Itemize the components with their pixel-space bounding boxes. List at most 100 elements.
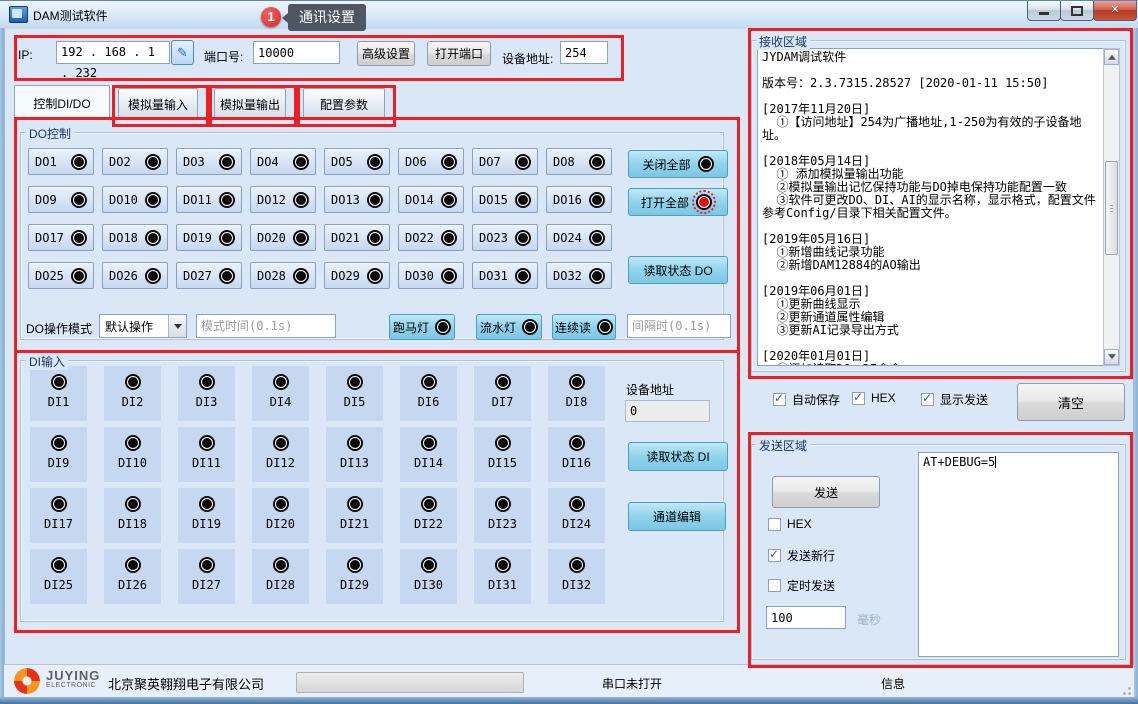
- send-text-area[interactable]: AT+DEBUG=5: [918, 452, 1119, 657]
- di-device-address-input[interactable]: [625, 400, 710, 422]
- advanced-settings-button[interactable]: 高级设置: [357, 41, 415, 66]
- do-channel-button[interactable]: DO31: [472, 262, 538, 289]
- port-input[interactable]: [253, 41, 340, 64]
- resize-grip[interactable]: [1119, 683, 1132, 696]
- info-label: 信息: [881, 675, 905, 692]
- do-channel-button[interactable]: DO30: [398, 262, 464, 289]
- close-button[interactable]: ✕: [1093, 1, 1137, 21]
- clear-button[interactable]: 清空: [1017, 383, 1125, 421]
- do-channel-button[interactable]: DO29: [324, 262, 390, 289]
- led-indicator: [51, 496, 67, 512]
- send-newline-label: 发送新行: [787, 547, 835, 564]
- di-channel-tile: DI24: [548, 488, 605, 543]
- tab-analog-output[interactable]: 模拟量输出: [214, 88, 286, 119]
- di-channel-tile: DI12: [252, 427, 309, 482]
- open-all-button[interactable]: 打开全部: [628, 188, 728, 216]
- autosave-checkbox[interactable]: 自动保存: [773, 391, 840, 408]
- scroll-up-icon[interactable]: [1104, 49, 1119, 65]
- led-indicator: [569, 374, 585, 390]
- read-di-status-button[interactable]: 读取状态 DI: [628, 442, 728, 471]
- status-bar: JUYING ELECTRONIC 北京聚英翱翔电子有限公司 串口未打开 信息: [4, 664, 1134, 698]
- do-channel-button[interactable]: DO4: [250, 148, 316, 175]
- led-indicator: [441, 154, 457, 170]
- di-channel-tile: DI16: [548, 427, 605, 482]
- show-send-checkbox[interactable]: 显示发送: [921, 391, 988, 408]
- do-channel-button[interactable]: DO23: [472, 224, 538, 251]
- mode-time-input[interactable]: [196, 314, 336, 338]
- do-channel-button[interactable]: DO8: [546, 148, 612, 175]
- do-channel-button[interactable]: DO27: [176, 262, 242, 289]
- led-indicator: [125, 374, 141, 390]
- receive-scrollbar[interactable]: [1103, 48, 1120, 366]
- led-indicator: [71, 192, 87, 208]
- do-channel-button[interactable]: DO21: [324, 224, 390, 251]
- do-channel-button[interactable]: DO25: [28, 262, 94, 289]
- do-channel-button[interactable]: DO13: [324, 186, 390, 213]
- scrollbar-thumb[interactable]: [1105, 161, 1118, 255]
- led-indicator: [589, 230, 605, 246]
- led-indicator: [495, 557, 511, 573]
- led-indicator: [51, 435, 67, 451]
- milliseconds-label: 毫秒: [857, 611, 881, 628]
- do-channel-button[interactable]: DO6: [398, 148, 464, 175]
- scroll-down-icon[interactable]: [1104, 349, 1119, 365]
- di-channel-tile: DI27: [178, 549, 235, 604]
- do-channel-button[interactable]: DO2: [102, 148, 168, 175]
- send-newline-checkbox[interactable]: 发送新行: [768, 547, 835, 564]
- di-channel-tile: DI25: [30, 549, 87, 604]
- timed-send-checkbox[interactable]: 定时发送: [768, 577, 835, 594]
- ip-label: IP:: [18, 48, 33, 62]
- do-channel-button[interactable]: DO19: [176, 224, 242, 251]
- do-channel-button[interactable]: DO3: [176, 148, 242, 175]
- continuous-read-button[interactable]: 连续读: [552, 314, 616, 340]
- device-address-input[interactable]: [560, 41, 608, 64]
- send-interval-input[interactable]: [766, 606, 846, 629]
- maximize-icon: [1071, 6, 1083, 16]
- tab-control-di-do[interactable]: 控制DI/DO: [14, 85, 110, 120]
- maximize-button[interactable]: [1060, 1, 1094, 21]
- do-channel-button[interactable]: DO24: [546, 224, 612, 251]
- receive-log-area[interactable]: JYDAM调试软件 版本号：2.3.7315.28527 [2020-01-11…: [757, 48, 1104, 366]
- marquee-button[interactable]: 跑马灯: [389, 314, 455, 340]
- do-channel-button[interactable]: DO7: [472, 148, 538, 175]
- interval-time-input[interactable]: [627, 314, 731, 338]
- read-do-status-button[interactable]: 读取状态 DO: [628, 256, 728, 284]
- window-frame: [0, 697, 1138, 704]
- do-channel-button[interactable]: DO15: [472, 186, 538, 213]
- ip-edit-button[interactable]: ✎: [171, 40, 194, 65]
- tx-hex-checkbox[interactable]: HEX: [768, 517, 812, 531]
- do-channel-button[interactable]: DO32: [546, 262, 612, 289]
- led-indicator: [569, 557, 585, 573]
- do-channel-button[interactable]: DO26: [102, 262, 168, 289]
- do-channel-button[interactable]: DO16: [546, 186, 612, 213]
- led-indicator: [569, 435, 585, 451]
- receive-group-title: 接收区域: [756, 33, 810, 50]
- do-channel-button[interactable]: DO18: [102, 224, 168, 251]
- close-all-button[interactable]: 关闭全部: [628, 150, 728, 178]
- channel-edit-button[interactable]: 通道编辑: [628, 502, 726, 531]
- do-channel-button[interactable]: DO5: [324, 148, 390, 175]
- do-channel-button[interactable]: DO17: [28, 224, 94, 251]
- send-button[interactable]: 发送: [772, 476, 880, 508]
- do-mode-select[interactable]: 默认操作: [99, 314, 187, 338]
- tab-config-params[interactable]: 配置参数: [303, 88, 385, 119]
- do-channel-button[interactable]: DO11: [176, 186, 242, 213]
- led-indicator: [347, 435, 363, 451]
- do-channel-button[interactable]: DO9: [28, 186, 94, 213]
- tab-analog-input[interactable]: 模拟量输入: [118, 88, 198, 119]
- annotation-badge: 1: [261, 7, 281, 27]
- rx-hex-checkbox[interactable]: HEX: [852, 391, 896, 405]
- led-indicator: [293, 230, 309, 246]
- do-channel-button[interactable]: DO1: [28, 148, 94, 175]
- flow-light-button[interactable]: 流水灯: [476, 314, 542, 340]
- ip-input[interactable]: 192 . 168 . 1 . 232: [56, 41, 170, 64]
- do-channel-button[interactable]: DO28: [250, 262, 316, 289]
- do-channel-button[interactable]: DO22: [398, 224, 464, 251]
- do-channel-button[interactable]: DO12: [250, 186, 316, 213]
- led-indicator: [347, 374, 363, 390]
- do-channel-button[interactable]: DO10: [102, 186, 168, 213]
- open-port-button[interactable]: 打开端口: [427, 41, 491, 66]
- do-channel-button[interactable]: DO20: [250, 224, 316, 251]
- do-channel-button[interactable]: DO14: [398, 186, 464, 213]
- minimize-button[interactable]: [1027, 1, 1061, 21]
